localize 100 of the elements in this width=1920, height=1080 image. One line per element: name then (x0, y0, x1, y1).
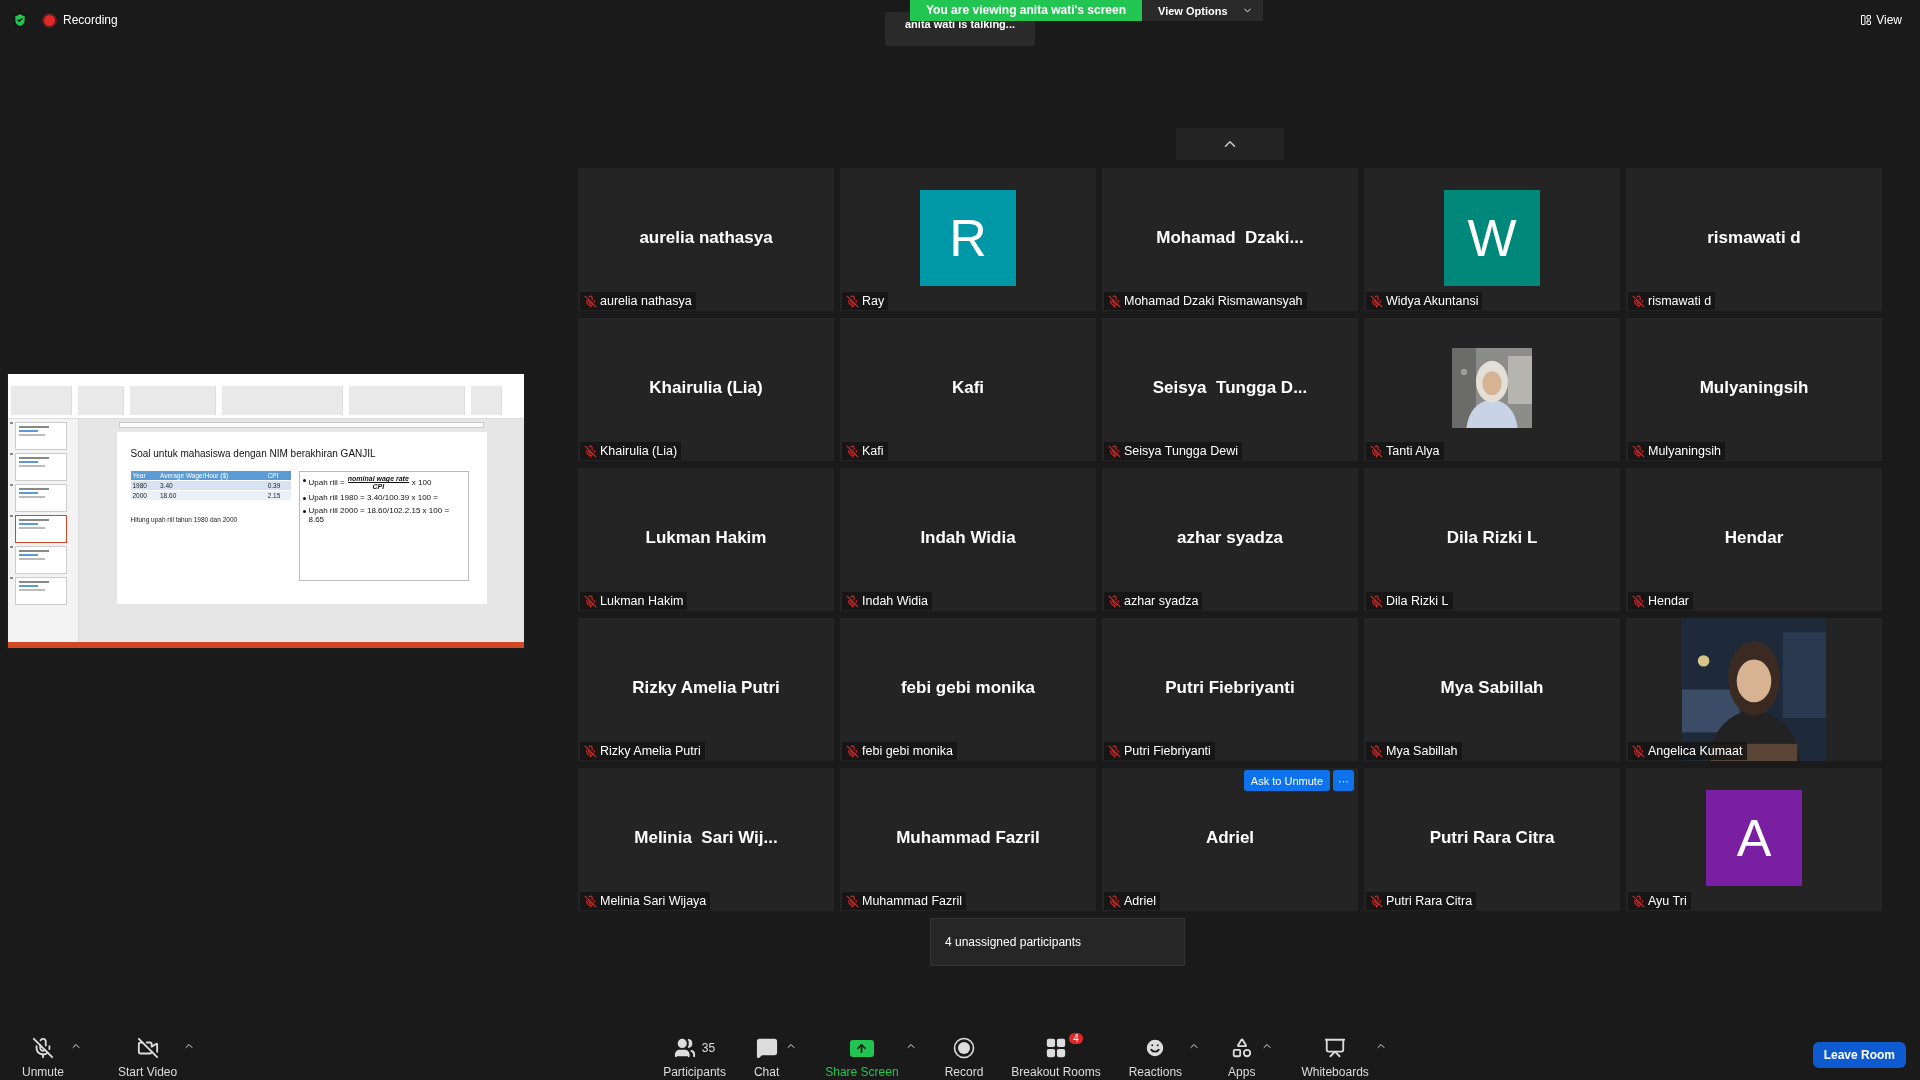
video-tile[interactable]: Mulyaningsih Mulyaningsih (1626, 318, 1882, 461)
name-label: Mulyaningsih (1628, 442, 1725, 460)
video-tile[interactable]: Putri Fiebriyanti Putri Fiebriyanti (1102, 618, 1358, 761)
bullet-text: Upah riil 1980 = 3.40/100.39 x 100 = (308, 493, 438, 503)
participant-name: Mohamad Dzaki... (1156, 227, 1304, 248)
name-label: Mya Sabillah (1366, 742, 1462, 760)
slide-thumbnail[interactable] (14, 546, 67, 574)
video-tile[interactable]: Dila Rizki L Dila Rizki L (1364, 468, 1620, 611)
participant-name: Muhammad Fazril (896, 827, 1040, 848)
video-tile[interactable]: rismawati d rismawati d (1626, 168, 1882, 311)
video-tile[interactable]: febi gebi monika febi gebi monika (840, 618, 1096, 761)
name-label: Ray (842, 292, 889, 310)
name-label: Lukman Hakim (580, 592, 688, 610)
participant-name: Mulyaningsih (1699, 377, 1809, 398)
participant-name: rismawati d (1707, 227, 1801, 248)
participant-name: Adriel (1205, 827, 1255, 848)
avatar: R (920, 189, 1016, 286)
slide-thumbnail[interactable] (14, 422, 67, 450)
name-label: Seisya Tungga Dewi (1104, 442, 1242, 460)
name-label: aurelia nathasya (580, 292, 696, 310)
video-tile[interactable]: R Ray (840, 168, 1096, 311)
bullet-icon (302, 497, 306, 500)
video-tile[interactable]: Melinia Sari Wij... Melinia Sari Wijaya (578, 768, 834, 911)
video-tile[interactable]: Mohamad Dzaki... Mohamad Dzaki Rismawansyah (1102, 168, 1358, 311)
video-tile[interactable]: Indah Widia Indah Widia (840, 468, 1096, 611)
video-tile[interactable]: Khairulia (Lia) Khairulia (Lia) (578, 318, 834, 461)
slide-thumbnail[interactable] (14, 484, 67, 512)
count-badge: 4 (1069, 1033, 1083, 1044)
video-tile[interactable]: Adriel Adriel Ask to Unmute ··· (1102, 768, 1358, 911)
participants-icon (673, 1037, 696, 1059)
toolbar-button[interactable]: Whiteboards (1301, 1035, 1369, 1079)
recording-dot-icon (42, 12, 57, 28)
whiteboard-icon (1324, 1037, 1347, 1059)
participant-name: Dila Rizki L (1446, 527, 1538, 548)
participant-name: Mya Sabillah (1440, 677, 1544, 698)
name-label: Melinia Sari Wijaya (580, 892, 711, 910)
view-options-button[interactable]: View Options (1142, 0, 1263, 21)
bullet-text: Upah riil = (308, 477, 345, 488)
view-button[interactable]: View (1854, 12, 1908, 28)
toolbar-button[interactable]: Record (944, 1035, 984, 1079)
avatar: A (1706, 789, 1802, 886)
video-tile[interactable]: Tanti Alya (1364, 318, 1620, 461)
participant-name: Lukman Hakim (645, 527, 767, 548)
name-label: Hendar (1628, 592, 1693, 610)
participant-name: Melinia Sari Wij... (634, 827, 778, 848)
toolbar-button[interactable]: Unmute (22, 1035, 65, 1079)
bullet-text: Upah riil 2000 = 18.60/102.2.15 x 100 = 8.65 (308, 505, 451, 525)
toolbar-button[interactable]: Share Screen (825, 1035, 899, 1079)
name-label: febi gebi monika (842, 742, 958, 760)
video-tile[interactable]: Putri Rara Citra Putri Rara Citra (1364, 768, 1620, 911)
slide-thumbnail[interactable] (14, 515, 67, 543)
video-tile[interactable]: W Widya Akuntansi (1364, 168, 1620, 311)
name-label: Kafi (842, 442, 888, 460)
ask-to-unmute-button[interactable]: Ask to Unmute (1243, 770, 1330, 791)
name-label: azhar syadza (1104, 592, 1203, 610)
video-tile[interactable]: A Ayu Tri (1626, 768, 1882, 911)
toolbar-button[interactable]: Chat (753, 1035, 780, 1079)
name-label: Muhammad Fazril (842, 892, 967, 910)
video-tile[interactable]: aurelia nathasya aurelia nathasya (578, 168, 834, 311)
video-off-icon (136, 1037, 159, 1059)
participant-name: Hendar (1724, 527, 1784, 548)
leave-room-button[interactable]: Leave Room (1812, 1042, 1906, 1068)
video-tile[interactable]: azhar syadza azhar syadza (1102, 468, 1358, 611)
video-tile[interactable]: Lukman Hakim Lukman Hakim (578, 468, 834, 611)
record-icon (953, 1037, 975, 1059)
share-screen-icon (849, 1039, 874, 1057)
video-tile[interactable]: Mya Sabillah Mya Sabillah (1364, 618, 1620, 761)
slide-thumbnail[interactable] (14, 453, 67, 481)
bullet-text: x 100 (411, 477, 432, 488)
video-tile[interactable]: Rizky Amelia Putri Rizky Amelia Putri (578, 618, 834, 761)
participant-name: Rizky Amelia Putri (632, 677, 780, 698)
breakout-rooms-icon (1045, 1037, 1067, 1059)
participant-name: Seisya Tungga D... (1152, 377, 1308, 398)
video-tile[interactable]: Hendar Hendar (1626, 468, 1882, 611)
name-label: Mohamad Dzaki Rismawansyah (1104, 292, 1307, 310)
toolbar-button[interactable]: Start Video (118, 1035, 178, 1079)
security-shield-icon[interactable] (12, 12, 28, 28)
bullet-icon (302, 479, 306, 482)
name-label: Khairulia (Lia) (580, 442, 682, 460)
participant-name: aurelia nathasya (639, 227, 773, 248)
toolbar-button[interactable]: Apps (1228, 1035, 1256, 1079)
participant-name: azhar syadza (1177, 527, 1283, 548)
participant-name: Khairulia (Lia) (649, 377, 763, 398)
participant-name: febi gebi monika (900, 677, 1036, 698)
slide-thumbnail[interactable] (14, 577, 67, 605)
participant-name: Putri Rara Citra (1429, 827, 1555, 848)
video-tile[interactable]: Muhammad Fazril Muhammad Fazril (840, 768, 1096, 911)
more-button[interactable]: ··· (1333, 770, 1354, 791)
toolbar-button[interactable]: Reactions (1128, 1035, 1183, 1079)
participant-name: Putri Fiebriyanti (1165, 677, 1295, 698)
video-tile[interactable]: Angelica Kumaat (1626, 618, 1882, 761)
video-tile[interactable]: Seisya Tungga D... Seisya Tungga Dewi (1102, 318, 1358, 461)
tooltip: 4 unassigned participants (930, 918, 1185, 966)
bullet-icon (302, 509, 306, 513)
video-tile[interactable]: Kafi Kafi (840, 318, 1096, 461)
toolbar-button[interactable]: 35 Participants (663, 1035, 726, 1079)
toolbar-button[interactable]: 4 Breakout Rooms (1011, 1035, 1101, 1079)
reactions-icon (1144, 1037, 1167, 1059)
avatar: W (1444, 189, 1540, 286)
name-label: Widya Akuntansi (1366, 292, 1483, 310)
